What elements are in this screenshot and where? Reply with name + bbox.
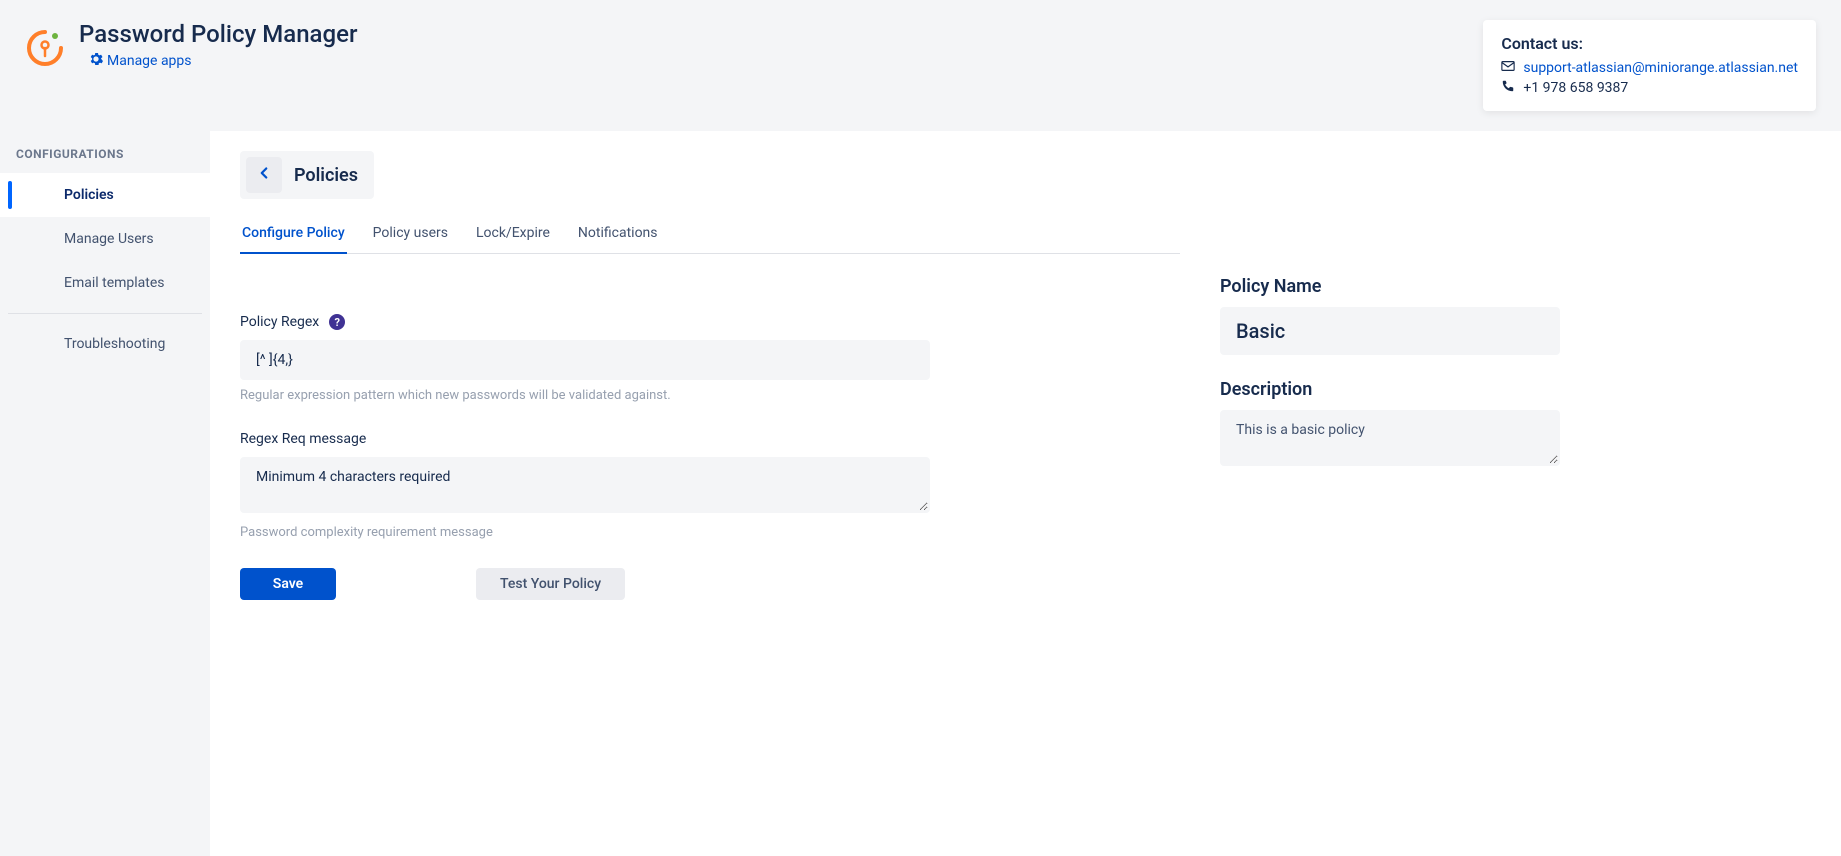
sidebar-item-troubleshooting[interactable]: Troubleshooting (0, 322, 210, 366)
back-button[interactable] (246, 157, 282, 193)
envelope-icon (1501, 59, 1515, 77)
sidebar-item-label: Email templates (64, 275, 165, 291)
contact-title: Contact us: (1501, 34, 1798, 53)
field-label-text: Regex Req message (240, 431, 366, 447)
header-left: Password Policy Manager Manage apps (25, 20, 357, 70)
app-logo-icon (25, 28, 65, 68)
description-label: Description (1220, 379, 1560, 400)
contact-box: Contact us: support-atlassian@miniorange… (1483, 20, 1816, 111)
contact-phone-row: +1 978 658 9387 (1501, 79, 1798, 97)
field-policy-regex: Policy Regex ? Regular expression patter… (240, 314, 1180, 403)
sidebar-section-title: CONFIGURATIONS (0, 131, 210, 173)
tab-lock-expire[interactable]: Lock/Expire (474, 217, 552, 253)
sidebar-item-policies[interactable]: Policies (0, 173, 210, 217)
contact-phone-text: +1 978 658 9387 (1523, 80, 1628, 96)
sidebar-item-label: Troubleshooting (64, 336, 165, 352)
field-label: Policy Regex ? (240, 314, 1180, 330)
field-hint: Regular expression pattern which new pas… (240, 388, 1180, 403)
tab-policy-users[interactable]: Policy users (371, 217, 450, 253)
contact-email-link[interactable]: support-atlassian@miniorange.atlassian.n… (1523, 60, 1798, 76)
header: Password Policy Manager Manage apps Cont… (0, 0, 1841, 131)
tab-notifications[interactable]: Notifications (576, 217, 660, 253)
sidebar: CONFIGURATIONS Policies Manage Users Ema… (0, 131, 210, 856)
sidebar-item-email-templates[interactable]: Email templates (0, 261, 210, 305)
phone-icon (1501, 79, 1515, 97)
page-heading: Policies (294, 165, 358, 186)
title-area: Password Policy Manager Manage apps (79, 20, 357, 70)
tab-label: Configure Policy (242, 225, 345, 241)
tab-label: Policy users (373, 225, 448, 241)
main-left: Policies Configure Policy Policy users L… (240, 151, 1180, 836)
field-label: Regex Req message (240, 431, 1180, 447)
tab-label: Lock/Expire (476, 225, 550, 241)
tabs: Configure Policy Policy users Lock/Expir… (240, 217, 1180, 254)
sidebar-item-manage-users[interactable]: Manage Users (0, 217, 210, 261)
tab-configure-policy[interactable]: Configure Policy (240, 217, 347, 253)
field-label-text: Policy Regex (240, 314, 319, 330)
button-row: Save Test Your Policy (240, 568, 1180, 600)
regex-message-textarea[interactable] (240, 457, 930, 513)
description-textarea[interactable] (1220, 410, 1560, 466)
app-title: Password Policy Manager (79, 20, 357, 48)
tab-label: Notifications (578, 225, 658, 241)
policy-regex-input[interactable] (240, 340, 930, 380)
gear-icon (89, 52, 103, 70)
policy-name-label: Policy Name (1220, 276, 1560, 297)
field-hint: Password complexity requirement message (240, 525, 1180, 540)
policy-name-input[interactable] (1220, 307, 1560, 355)
sidebar-item-label: Policies (64, 187, 114, 203)
help-icon[interactable]: ? (329, 314, 345, 330)
test-policy-button[interactable]: Test Your Policy (476, 568, 625, 600)
content-wrap: CONFIGURATIONS Policies Manage Users Ema… (0, 131, 1841, 856)
manage-apps-link[interactable]: Manage apps (79, 52, 357, 70)
field-regex-message: Regex Req message Password complexity re… (240, 431, 1180, 540)
main: Policies Configure Policy Policy users L… (210, 131, 1841, 856)
save-button[interactable]: Save (240, 568, 336, 600)
page-heading-wrap: Policies (240, 151, 374, 199)
main-right: Policy Name Description (1220, 151, 1560, 836)
manage-apps-label: Manage apps (107, 53, 192, 69)
sidebar-divider (8, 313, 202, 314)
contact-email-row: support-atlassian@miniorange.atlassian.n… (1501, 59, 1798, 77)
chevron-left-icon (255, 164, 273, 186)
sidebar-item-label: Manage Users (64, 231, 154, 247)
